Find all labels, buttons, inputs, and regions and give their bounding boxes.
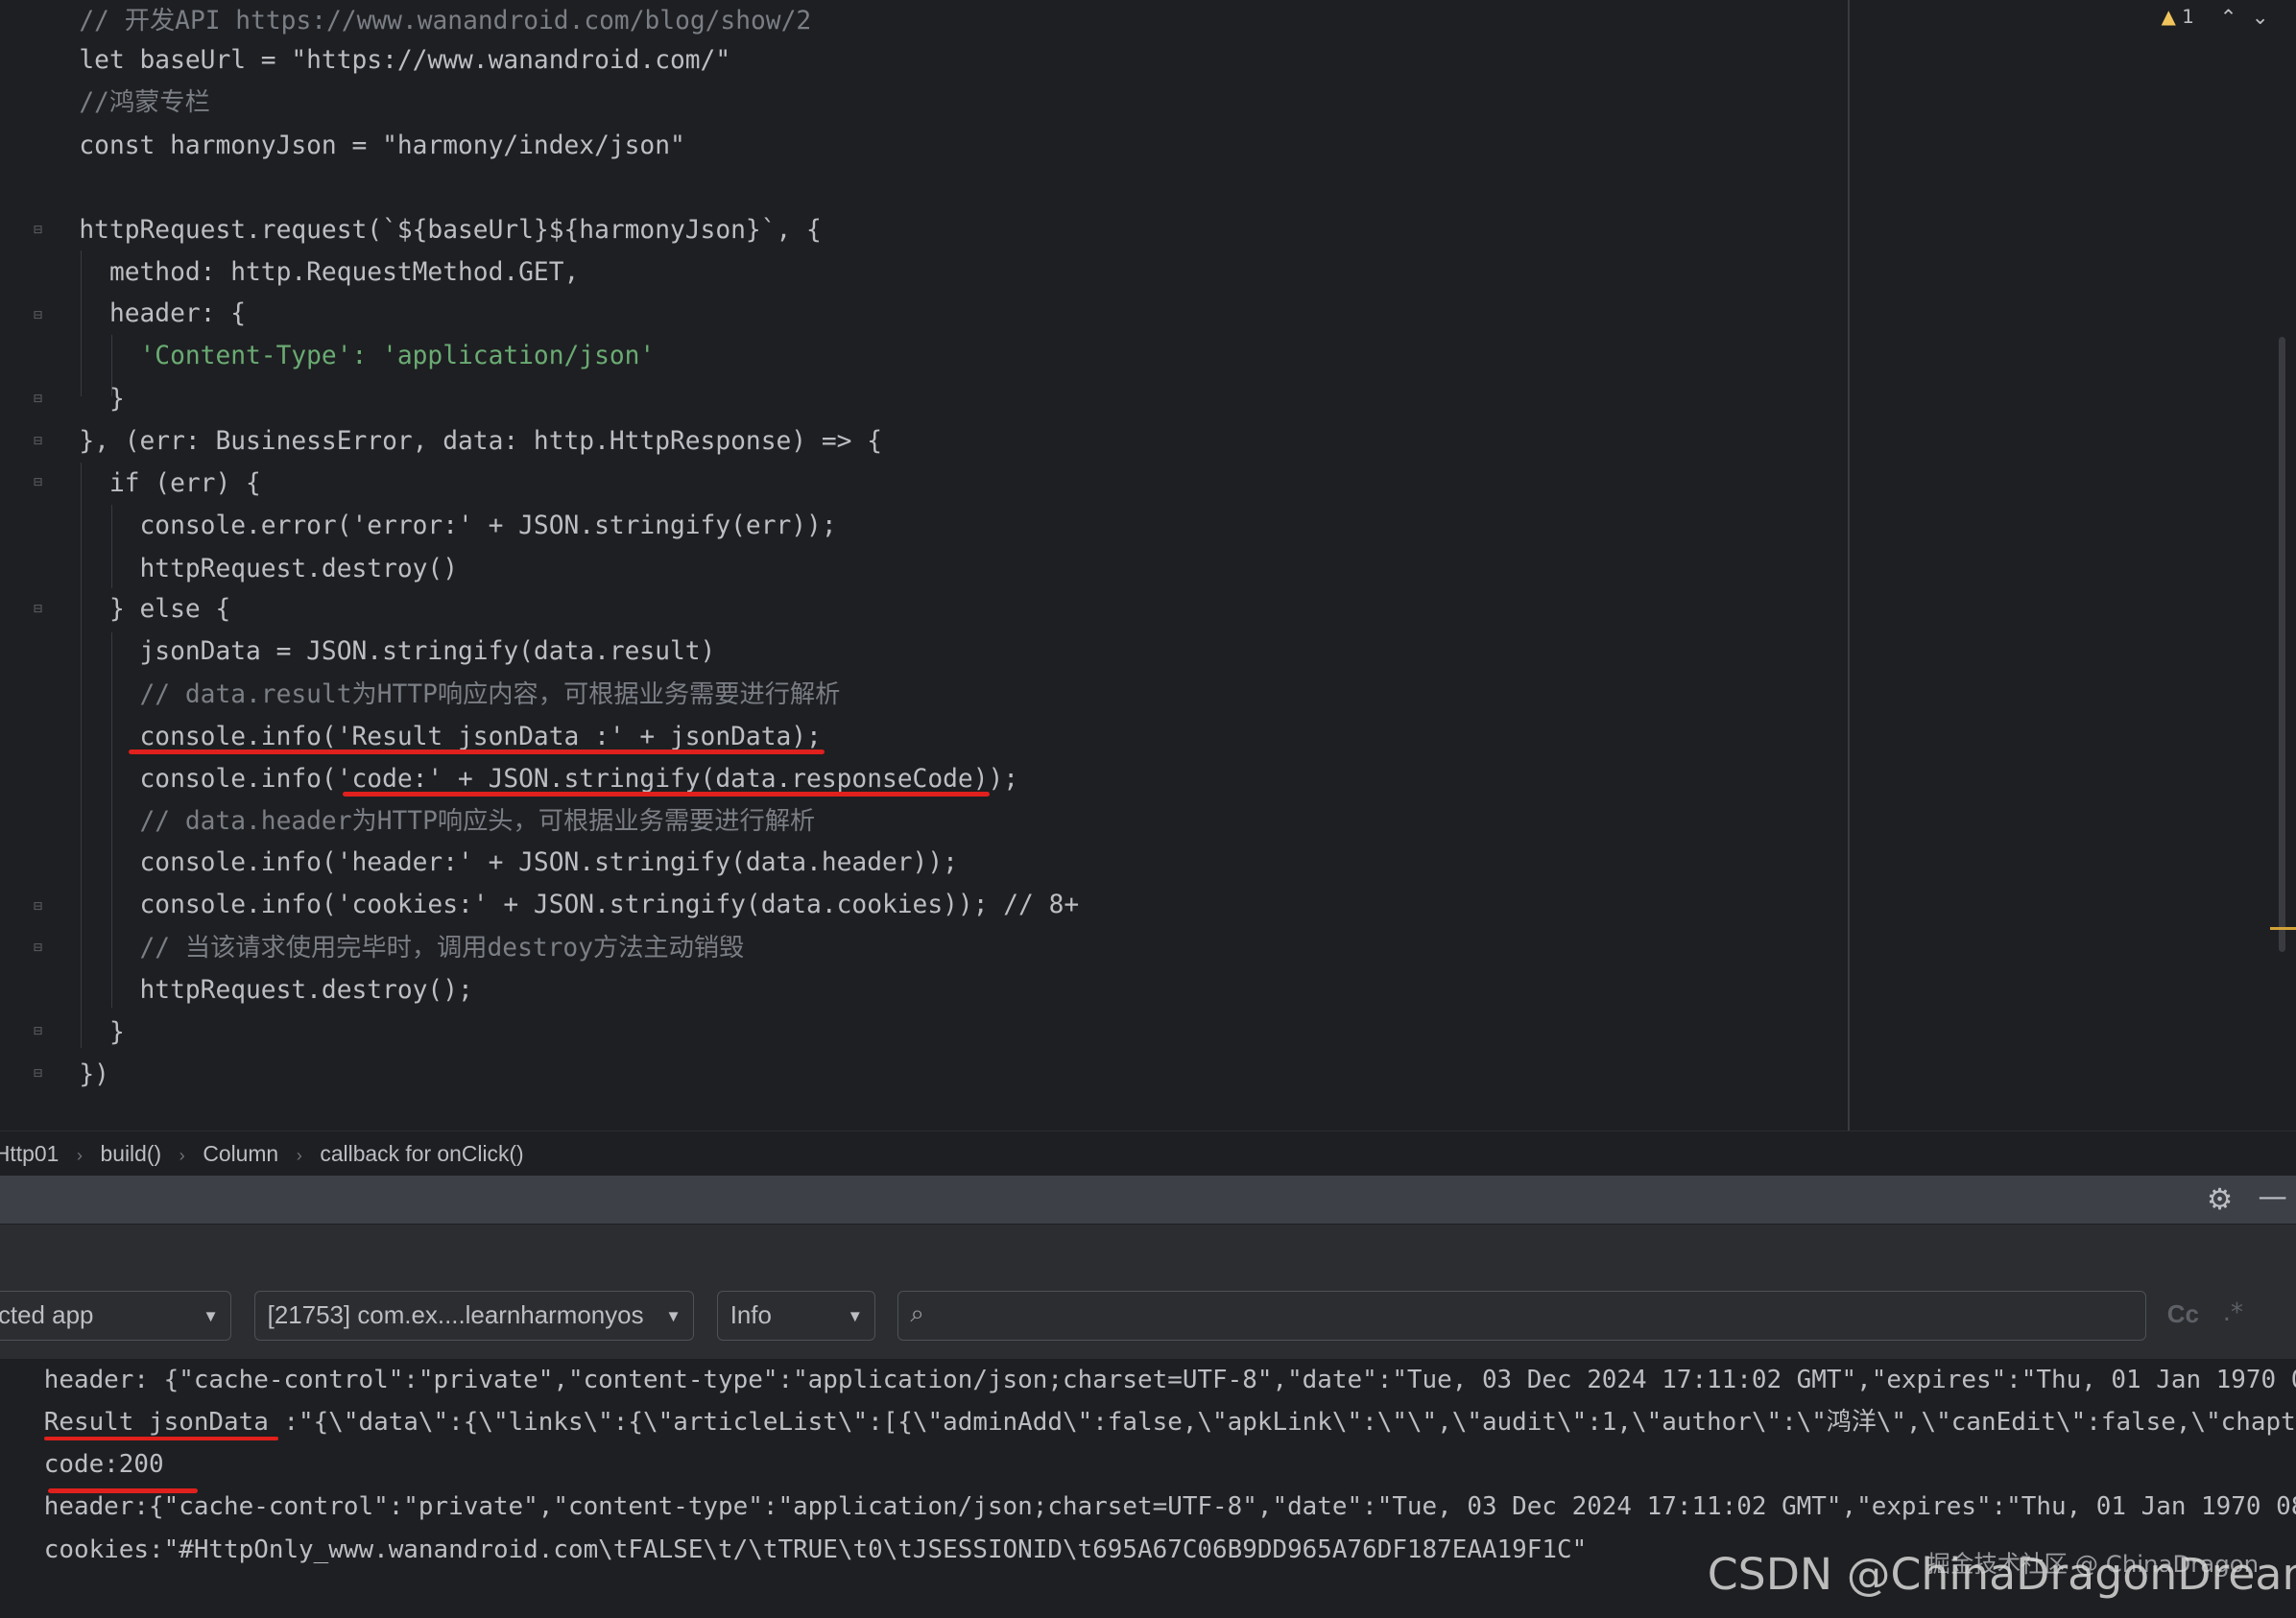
code-line: httpRequest.request(`${baseUrl}${harmony… (79, 216, 822, 246)
log-line: cookies:"#HttpOnly_www.wanandroid.com\tF… (43, 1535, 1588, 1564)
highlight-underline (48, 1488, 198, 1493)
code-line: method: http.RequestMethod.GET, (79, 258, 580, 288)
warning-stripe[interactable] (2269, 926, 2296, 930)
log-filter-bar: cted app ▼ [21753] com.ex....learnharmon… (0, 1276, 2296, 1359)
code-line: let baseUrl = "https://www.wanandroid.co… (79, 46, 731, 76)
log-line: Result jsonData :"{\"data\":{\"links\":{… (43, 1407, 2296, 1437)
code-line: } (79, 384, 125, 414)
code-line: //鸿蒙专栏 (79, 88, 210, 118)
chevron-down-icon: ▼ (847, 1307, 864, 1326)
device-select-value: cted app (0, 1302, 94, 1330)
right-margin-guide (1848, 0, 1850, 1130)
fold-icon[interactable]: ⊟ (30, 306, 47, 323)
breadcrumb-item[interactable]: Http01 (0, 1141, 59, 1166)
code-line: }) (79, 1060, 109, 1090)
minimize-icon[interactable]: — (2258, 1180, 2287, 1214)
fold-icon[interactable]: ⊟ (30, 221, 47, 238)
code-line: const harmonyJson = "harmony/index/json" (79, 131, 685, 160)
code-line: header: { (79, 299, 247, 329)
code-line: // data.result为HTTP响应内容，可根据业务需要进行解析 (79, 679, 841, 709)
code-editor[interactable]: ⊟ ⊟ ⊟ ⊟ ⊟ ⊟ ⊟ ⊟ ⊟ ⊟ // 开发API https://www… (0, 0, 2296, 1130)
chevron-down-icon: ▼ (665, 1307, 682, 1326)
chevron-down-icon[interactable]: ⌄ (2252, 6, 2284, 30)
chevron-up-icon[interactable]: ⌃ (2220, 6, 2252, 30)
code-line: // data.header为HTTP响应头，可根据业务需要进行解析 (79, 807, 816, 837)
gear-icon[interactable]: ⚙ (2207, 1183, 2233, 1217)
code-line: if (err) { (79, 469, 261, 499)
match-case-toggle[interactable]: Cc (2167, 1301, 2199, 1329)
watermark-large: CSDN @ChinaDragonDreamer (1707, 1548, 2296, 1600)
log-level-select[interactable]: Info ▼ (717, 1291, 876, 1342)
chevron-down-icon: ▼ (203, 1307, 219, 1326)
breadcrumb-item[interactable]: build() (101, 1141, 162, 1166)
log-line: header:{"cache-control":"private","conte… (43, 1492, 2296, 1522)
code-line: }, (err: BusinessError, data: http.HttpR… (79, 426, 882, 456)
search-icon: ⌕ (910, 1299, 924, 1329)
breadcrumb-item[interactable]: callback for onClick() (320, 1141, 523, 1166)
process-select-value: [21753] com.ex....learnharmonyos (267, 1302, 644, 1330)
log-line: header: {"cache-control":"private","cont… (43, 1365, 2296, 1394)
fold-icon[interactable]: ⊟ (30, 390, 47, 407)
editor-gutter: ⊟ ⊟ ⊟ ⊟ ⊟ ⊟ ⊟ ⊟ ⊟ ⊟ (0, 0, 60, 1130)
code-line: console.info('cookies:' + JSON.stringify… (79, 891, 1080, 920)
fold-icon[interactable]: ⊟ (30, 432, 47, 449)
log-panel-tabs (0, 1224, 2296, 1278)
highlight-underline (43, 1436, 278, 1441)
code-line: 'Content-Type': 'application/json' (79, 342, 656, 371)
fold-icon[interactable]: ⊟ (30, 897, 47, 915)
device-select[interactable]: cted app ▼ (0, 1291, 232, 1342)
code-line: } (79, 1018, 125, 1048)
highlight-underline (129, 750, 825, 754)
fold-icon[interactable]: ⊟ (30, 473, 47, 490)
code-line: console.error('error:' + JSON.stringify(… (79, 512, 837, 541)
chevron-right-icon: › (179, 1144, 185, 1165)
log-search-input[interactable]: ⌕ (897, 1291, 2147, 1342)
log-line: code:200 (43, 1450, 164, 1480)
code-line: console.info('header:' + JSON.stringify(… (79, 848, 958, 878)
fold-icon[interactable]: ⊟ (30, 1064, 47, 1082)
fold-icon[interactable]: ⊟ (30, 939, 47, 956)
code-line: httpRequest.destroy() (79, 554, 459, 583)
code-line: jsonData = JSON.stringify(data.result) (79, 637, 716, 667)
regex-toggle[interactable]: .* (2223, 1298, 2243, 1327)
breadcrumb: Http01 › build() › Column › callback for… (0, 1130, 2296, 1177)
code-line: } else { (79, 595, 231, 625)
chevron-right-icon: › (76, 1144, 83, 1165)
editor-scrollbar[interactable] (2278, 336, 2286, 952)
fold-icon[interactable]: ⊟ (30, 1022, 47, 1039)
process-select[interactable]: [21753] com.ex....learnharmonyos ▼ (254, 1291, 695, 1342)
code-line: httpRequest.destroy(); (79, 975, 473, 1005)
warning-icon: ▲ (2161, 6, 2176, 29)
fold-icon[interactable]: ⊟ (30, 600, 47, 617)
inspection-nav[interactable]: ⌃⌄ (2220, 6, 2284, 30)
inspection-widget[interactable]: ▲ 1 (2162, 6, 2194, 28)
chevron-right-icon: › (296, 1144, 302, 1165)
highlight-underline (342, 792, 991, 797)
inspection-count: 1 (2182, 6, 2194, 29)
breadcrumb-item[interactable]: Column (203, 1141, 278, 1166)
log-panel-header: ⚙ — (0, 1175, 2296, 1225)
code-line: // 当该请求使用完毕时，调用destroy方法主动销毁 (79, 933, 745, 963)
code-line: // 开发API https://www.wanandroid.com/blog… (79, 7, 812, 36)
log-level-value: Info (729, 1302, 772, 1330)
